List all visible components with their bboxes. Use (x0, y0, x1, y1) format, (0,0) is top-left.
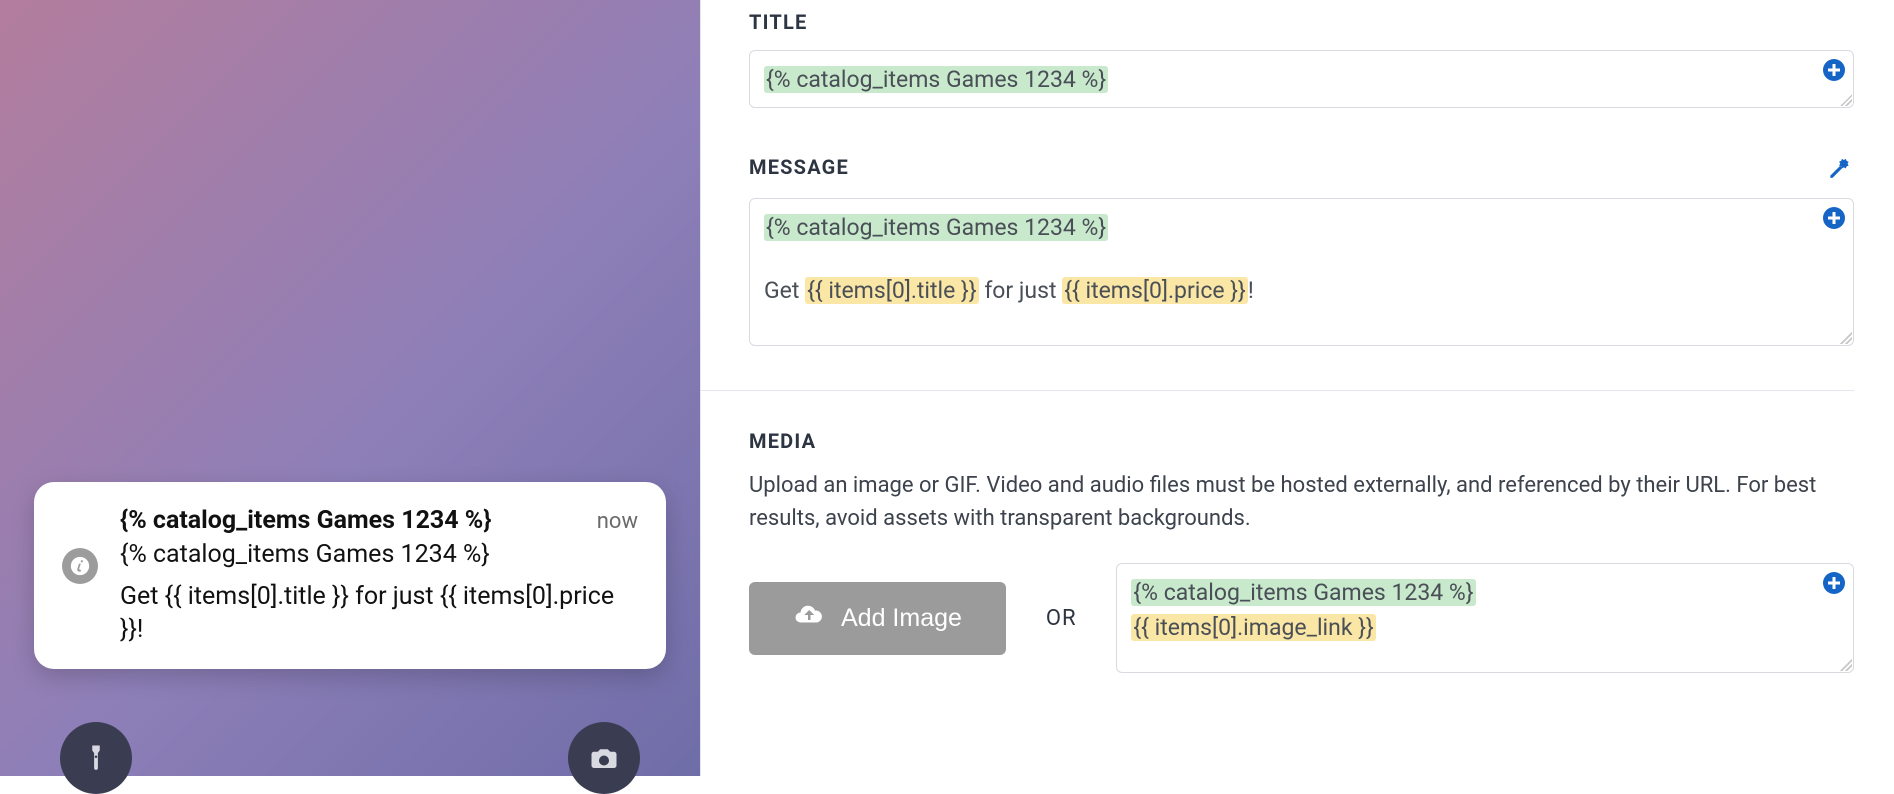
add-image-label: Add Image (841, 604, 962, 633)
app-icon (62, 548, 98, 584)
title-label: TITLE (749, 10, 1854, 34)
message-input[interactable]: {% catalog_items Games 1234 %} Get {{ it… (749, 198, 1854, 346)
media-label: MEDIA (749, 429, 1854, 453)
notification-title: {% catalog_items Games 1234 %} (120, 504, 492, 538)
add-personalization-button[interactable] (1820, 56, 1848, 84)
notification-timestamp: now (597, 507, 638, 537)
media-description: Upload an image or GIF. Video and audio … (749, 469, 1854, 535)
liquid-tag: {% catalog_items Games 1234 %} (764, 66, 1108, 93)
or-label: OR (1046, 606, 1076, 631)
message-label: MESSAGE (749, 155, 849, 179)
media-url-input[interactable]: {% catalog_items Games 1234 %} {{ items[… (1116, 563, 1854, 673)
notification-card: {% catalog_items Games 1234 %} now {% ca… (34, 482, 666, 669)
add-image-button[interactable]: Add Image (749, 582, 1006, 655)
liquid-variable: {{ items[0].image_link }} (1131, 614, 1375, 641)
flashlight-icon (60, 722, 132, 794)
cloud-upload-icon (793, 600, 823, 637)
add-personalization-button[interactable] (1820, 204, 1848, 232)
preview-pane: {% catalog_items Games 1234 %} now {% ca… (0, 0, 700, 776)
magic-wand-button[interactable] (1824, 152, 1854, 182)
liquid-variable: {{ items[0].title }} (805, 277, 979, 304)
notification-message-line2: Get {{ items[0].title }} for just {{ ite… (120, 580, 638, 648)
phone-dock (0, 722, 700, 794)
liquid-tag: {% catalog_items Games 1234 %} (1131, 579, 1475, 606)
camera-icon (568, 722, 640, 794)
liquid-variable: {{ items[0].price }} (1062, 277, 1248, 304)
notification-message-line1: {% catalog_items Games 1234 %} (120, 538, 638, 572)
editor-pane: TITLE {% catalog_items Games 1234 %} MES… (700, 0, 1894, 776)
add-personalization-button[interactable] (1820, 569, 1848, 597)
title-input[interactable]: {% catalog_items Games 1234 %} (749, 50, 1854, 108)
liquid-tag: {% catalog_items Games 1234 %} (764, 214, 1108, 241)
